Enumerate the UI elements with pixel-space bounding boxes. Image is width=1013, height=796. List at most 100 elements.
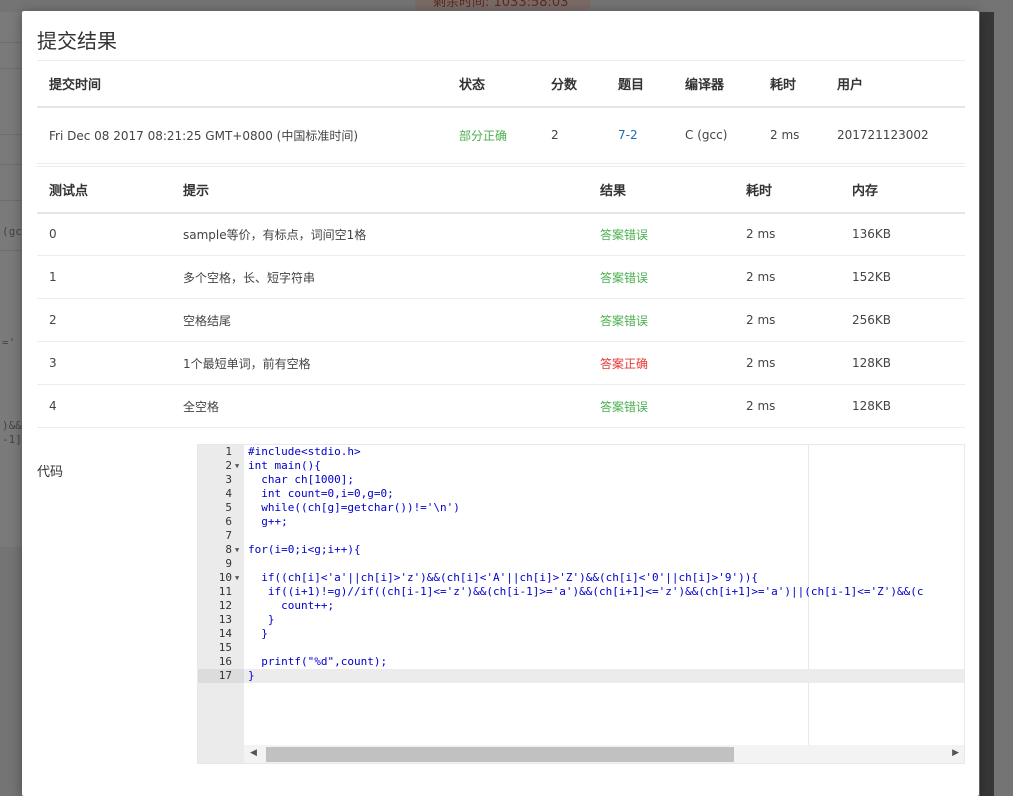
score-value: 2 <box>539 106 606 164</box>
line-number: 12 <box>218 599 232 612</box>
case-memory: 128KB <box>840 341 965 385</box>
case-id: 3 <box>37 341 171 385</box>
col-time: 耗时 <box>734 166 840 214</box>
case-id: 1 <box>37 255 171 299</box>
case-result: 答案错误 <box>588 255 734 299</box>
code-text: g++; <box>248 515 288 528</box>
problem-link[interactable]: 7-2 <box>606 106 673 164</box>
col-memory: 内存 <box>840 166 965 214</box>
table-row: 2 空格结尾 答案错误 2 ms 256KB <box>37 298 965 342</box>
table-header-row: 测试点 提示 结果 耗时 内存 <box>37 166 965 214</box>
case-time: 2 ms <box>734 341 840 385</box>
submission-summary-table: 提交时间 状态 分数 题目 编译器 耗时 用户 Fri Dec 08 2017 … <box>37 60 965 164</box>
table-row: Fri Dec 08 2017 08:21:25 GMT+0800 (中国标准时… <box>37 106 965 164</box>
line-number: 7 <box>225 529 232 542</box>
submission-result-dialog: 提交结果 提交时间 状态 分数 题目 编译器 耗时 用户 Fri Dec 08 … <box>22 11 979 796</box>
code-text: } <box>248 613 275 626</box>
horizontal-scrollbar[interactable]: ◀ ▶ <box>244 745 964 763</box>
col-case-id: 测试点 <box>37 166 171 214</box>
case-hint: 空格结尾 <box>171 298 588 342</box>
line-number: 8 <box>225 543 232 556</box>
table-header-row: 提交时间 状态 分数 题目 编译器 耗时 用户 <box>37 60 965 108</box>
case-hint: 1个最短单词，前有空格 <box>171 341 588 385</box>
code-text: } <box>248 627 268 640</box>
code-line[interactable]: 5 while((ch[g]=getchar())!='\n') <box>198 501 964 515</box>
user-value: 201721123002 <box>825 106 965 164</box>
code-label: 代码 <box>37 465 64 480</box>
code-line[interactable]: 1 #include<stdio.h> <box>198 445 964 459</box>
line-number: 14 <box>218 627 232 640</box>
case-memory: 128KB <box>840 384 965 428</box>
code-line[interactable]: 13 } <box>198 613 964 627</box>
code-line[interactable]: 17} <box>198 669 964 683</box>
line-number: 6 <box>225 515 232 528</box>
line-number: 1 <box>225 445 232 458</box>
case-memory: 152KB <box>840 255 965 299</box>
submit-time: Fri Dec 08 2017 08:21:25 GMT+0800 (中国标准时… <box>37 106 447 164</box>
case-id: 4 <box>37 384 171 428</box>
code-line[interactable]: 12 count++; <box>198 599 964 613</box>
scroll-right-icon[interactable]: ▶ <box>952 748 959 758</box>
scrollbar-thumb[interactable] <box>266 747 734 762</box>
code-line[interactable]: 15 <box>198 641 964 655</box>
code-line[interactable]: 3 char ch[1000]; <box>198 473 964 487</box>
line-number: 16 <box>218 655 232 668</box>
code-text: int count=0,i=0,g=0; <box>248 487 394 500</box>
code-text: char ch[1000]; <box>248 473 354 486</box>
scroll-left-icon[interactable]: ◀ <box>250 748 257 758</box>
col-compiler: 编译器 <box>673 60 758 108</box>
test-cases-table: 测试点 提示 结果 耗时 内存 0 sample等价，有标点，词间空1格 答案错… <box>37 166 965 428</box>
code-text: while((ch[g]=getchar())!='\n') <box>248 501 460 514</box>
line-number: 4 <box>225 487 232 500</box>
line-number: 5 <box>225 501 232 514</box>
code-line[interactable]: 6 g++; <box>198 515 964 529</box>
compiler-value: C (gcc) <box>673 106 758 164</box>
code-line[interactable]: 10 ▼ if((ch[i]<'a'||ch[i]>'z')&&(ch[i]<'A… <box>198 571 964 585</box>
case-time: 2 ms <box>734 298 840 342</box>
code-editor[interactable]: 1 #include<stdio.h> 2 ▼ int main(){3 char ch… <box>197 444 965 764</box>
code-line[interactable]: 14 } <box>198 627 964 641</box>
col-user: 用户 <box>825 60 965 108</box>
code-line[interactable]: 2 ▼ int main(){ <box>198 459 964 473</box>
code-line[interactable]: 8 ▼ for(i=0;i<g;i++){ <box>198 543 964 557</box>
case-hint: 多个空格，长、短字符串 <box>171 255 588 299</box>
case-result: 答案错误 <box>588 212 734 256</box>
fold-arrow-icon[interactable]: ▼ <box>235 571 243 585</box>
elapsed-value: 2 ms <box>758 106 825 164</box>
case-id: 0 <box>37 212 171 256</box>
code-text: for(i=0;i<g;i++){ <box>248 543 361 556</box>
case-memory: 256KB <box>840 298 965 342</box>
line-number: 3 <box>225 473 232 486</box>
table-row: 0 sample等价，有标点，词间空1格 答案错误 2 ms 136KB <box>37 212 965 256</box>
case-memory: 136KB <box>840 212 965 256</box>
fold-arrow-icon[interactable]: ▼ <box>235 543 243 557</box>
case-hint: sample等价，有标点，词间空1格 <box>171 212 588 256</box>
code-line[interactable]: 16 printf("%d",count); <box>198 655 964 669</box>
code-lines[interactable]: 1 #include<stdio.h> 2 ▼ int main(){3 char ch… <box>198 445 964 683</box>
code-text: } <box>248 669 255 682</box>
col-score: 分数 <box>539 60 606 108</box>
code-line[interactable]: 11 if((i+1)!=g)//if((ch[i-1]<='z')&&(ch[… <box>198 585 964 599</box>
case-result: 答案正确 <box>588 341 734 385</box>
col-submit-time: 提交时间 <box>37 60 447 108</box>
code-line[interactable]: 7 <box>198 529 964 543</box>
line-number: 11 <box>218 585 232 598</box>
line-number: 17 <box>198 669 244 683</box>
case-time: 2 ms <box>734 212 840 256</box>
fold-arrow-icon[interactable]: ▼ <box>235 459 243 473</box>
case-hint: 全空格 <box>171 384 588 428</box>
table-row: 4 全空格 答案错误 2 ms 128KB <box>37 384 965 428</box>
col-hint: 提示 <box>171 166 588 214</box>
code-line[interactable]: 4 int count=0,i=0,g=0; <box>198 487 964 501</box>
code-text: #include<stdio.h> <box>248 445 361 458</box>
code-text: if((i+1)!=g)//if((ch[i-1]<='z')&&(ch[i-1… <box>248 585 924 598</box>
table-row: 3 1个最短单词，前有空格 答案正确 2 ms 128KB <box>37 341 965 385</box>
code-line[interactable]: 9 <box>198 557 964 571</box>
col-result: 结果 <box>588 166 734 214</box>
line-number: 2 <box>225 459 232 472</box>
status-badge: 部分正确 <box>447 106 539 164</box>
case-result: 答案错误 <box>588 384 734 428</box>
case-result: 答案错误 <box>588 298 734 342</box>
case-time: 2 ms <box>734 384 840 428</box>
code-text: printf("%d",count); <box>248 655 388 668</box>
